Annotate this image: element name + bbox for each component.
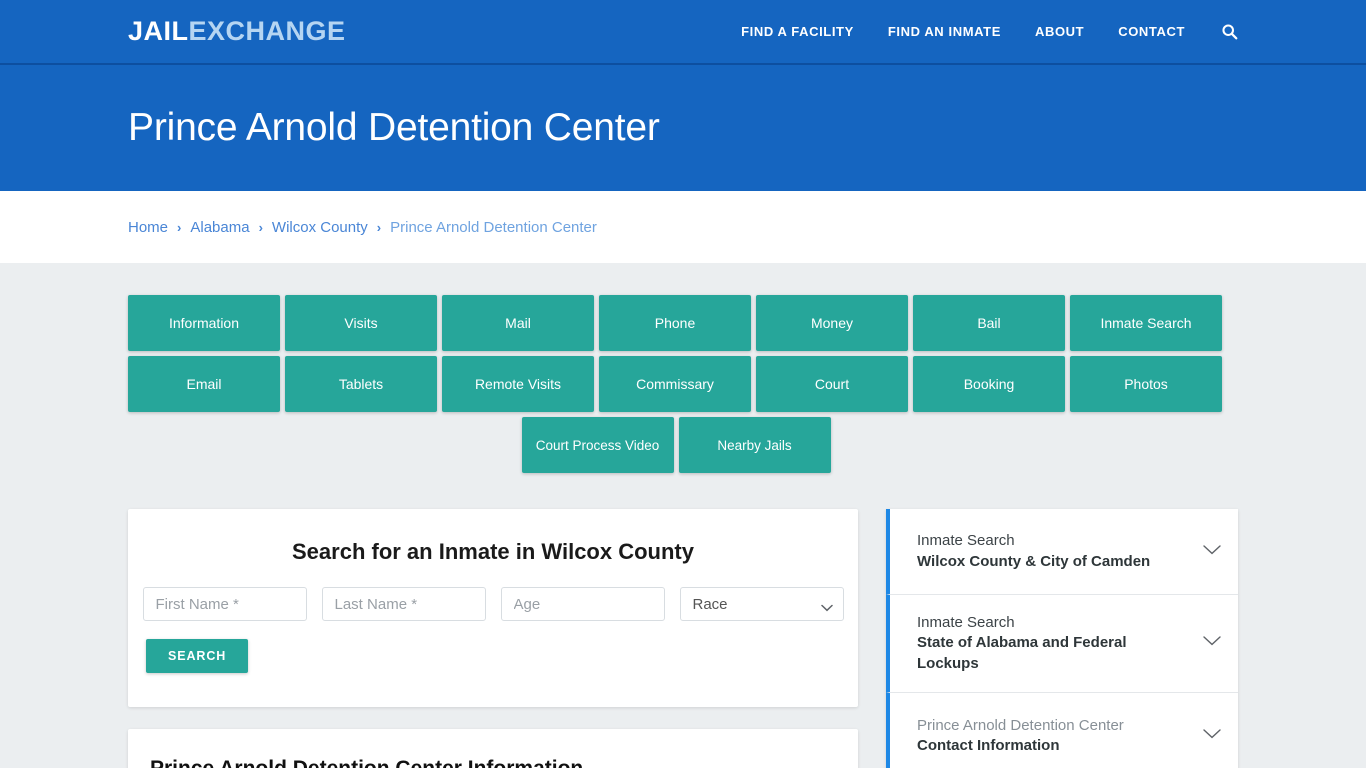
first-name-input[interactable] (142, 587, 307, 621)
chevron-down-icon[interactable] (1202, 543, 1222, 561)
inmate-search-card: Search for an Inmate in Wilcox County Ra… (128, 509, 858, 707)
facility-button-court-process-video[interactable]: Court Process Video (521, 417, 674, 473)
breadcrumb-item-current: Prince Arnold Detention Center (390, 218, 597, 236)
search-icon[interactable] (1221, 23, 1238, 40)
age-input[interactable] (500, 587, 665, 621)
sidebar-accordion: Inmate Search Wilcox County & City of Ca… (886, 509, 1238, 768)
facility-information-heading: Prince Arnold Detention Center Informati… (150, 757, 836, 768)
site-logo[interactable]: JAIL EXCHANGE (128, 16, 346, 47)
breadcrumb-band: Home › Alabama › Wilcox County › Prince … (0, 191, 1366, 263)
page-title-band: Prince Arnold Detention Center (0, 65, 1366, 191)
search-button-row: SEARCH (146, 639, 840, 673)
race-select[interactable]: Race (679, 587, 844, 621)
main-column: Search for an Inmate in Wilcox County Ra… (128, 509, 858, 768)
search-form-row: Race (142, 587, 844, 621)
facility-button-mail[interactable]: Mail (442, 295, 594, 351)
nav-item-contact[interactable]: CONTACT (1118, 24, 1185, 39)
facility-button-bail[interactable]: Bail (913, 295, 1065, 351)
nav-item-find-an-inmate[interactable]: FIND AN INMATE (888, 24, 1001, 39)
sidebar-column: Inmate Search Wilcox County & City of Ca… (886, 509, 1238, 768)
accordion-item-contact-information[interactable]: Prince Arnold Detention Center Contact I… (886, 692, 1238, 768)
facility-button-photos[interactable]: Photos (1070, 356, 1222, 412)
top-navbar: JAIL EXCHANGE FIND A FACILITY FIND AN INM… (0, 0, 1366, 65)
facility-button-inmate-search[interactable]: Inmate Search (1070, 295, 1222, 351)
breadcrumb-item-alabama[interactable]: Alabama (190, 219, 249, 236)
facility-button-court[interactable]: Court (756, 356, 908, 412)
logo-text-primary: JAIL (128, 16, 189, 46)
accordion-item-text: Prince Arnold Detention Center Contact I… (917, 716, 1202, 757)
page-title: Prince Arnold Detention Center (128, 106, 660, 149)
accordion-item-text: Inmate Search State of Alabama and Feder… (917, 613, 1202, 674)
chevron-right-icon: › (177, 219, 182, 235)
chevron-right-icon: › (258, 219, 263, 235)
primary-nav: FIND A FACILITY FIND AN INMATE ABOUT CON… (707, 23, 1366, 40)
facility-information-card: Prince Arnold Detention Center Informati… (128, 729, 858, 768)
accordion-item-subtitle: Contact Information (917, 736, 1060, 754)
accordion-item-title: Prince Arnold Detention Center (917, 716, 1124, 734)
race-select-wrapper: Race (679, 587, 844, 621)
nav-item-find-a-facility[interactable]: FIND A FACILITY (741, 24, 854, 39)
accordion-item-title: Inmate Search (917, 532, 1015, 550)
chevron-down-icon[interactable] (1202, 634, 1222, 652)
facility-button-visits[interactable]: Visits (285, 295, 437, 351)
main-content: Information Visits Mail Phone Money Bail… (0, 263, 1366, 768)
facility-button-remote-visits[interactable]: Remote Visits (442, 356, 594, 412)
accordion-item-title: Inmate Search (917, 614, 1015, 631)
facility-button-money[interactable]: Money (756, 295, 908, 351)
accordion-item-inmate-search-county[interactable]: Inmate Search Wilcox County & City of Ca… (886, 509, 1238, 595)
content-columns: Search for an Inmate in Wilcox County Ra… (128, 509, 1238, 768)
facility-nav-button-row-3: Court Process Video Nearby Jails (128, 417, 1224, 473)
accordion-item-subtitle: State of Alabama and Federal Lockups (917, 634, 1127, 672)
breadcrumb-item-home[interactable]: Home (128, 219, 168, 236)
accordion-item-inmate-search-state[interactable]: Inmate Search State of Alabama and Feder… (886, 595, 1238, 693)
last-name-input[interactable] (321, 587, 486, 621)
chevron-right-icon: › (376, 219, 382, 235)
chevron-down-icon[interactable] (1202, 727, 1222, 745)
facility-button-email[interactable]: Email (128, 356, 280, 412)
search-heading: Search for an Inmate in Wilcox County (292, 539, 694, 564)
facility-button-nearby-jails[interactable]: Nearby Jails (678, 417, 831, 473)
facility-button-booking[interactable]: Booking (913, 356, 1065, 412)
facility-button-phone[interactable]: Phone (599, 295, 751, 351)
facility-nav-button-grid: Information Visits Mail Phone Money Bail… (128, 263, 1224, 412)
search-submit-button[interactable]: SEARCH (146, 639, 249, 673)
breadcrumb-item-wilcox-county[interactable]: Wilcox County (272, 219, 368, 236)
accordion-item-text: Inmate Search Wilcox County & City of Ca… (917, 531, 1202, 572)
facility-button-information[interactable]: Information (128, 295, 280, 351)
facility-button-tablets[interactable]: Tablets (285, 356, 437, 412)
breadcrumb: Home › Alabama › Wilcox County › Prince … (128, 219, 597, 236)
accordion-item-subtitle: Wilcox County & City of Camden (917, 552, 1151, 570)
logo-text-secondary: EXCHANGE (188, 16, 346, 46)
facility-button-commissary[interactable]: Commissary (599, 356, 751, 412)
nav-item-about[interactable]: ABOUT (1035, 24, 1084, 39)
